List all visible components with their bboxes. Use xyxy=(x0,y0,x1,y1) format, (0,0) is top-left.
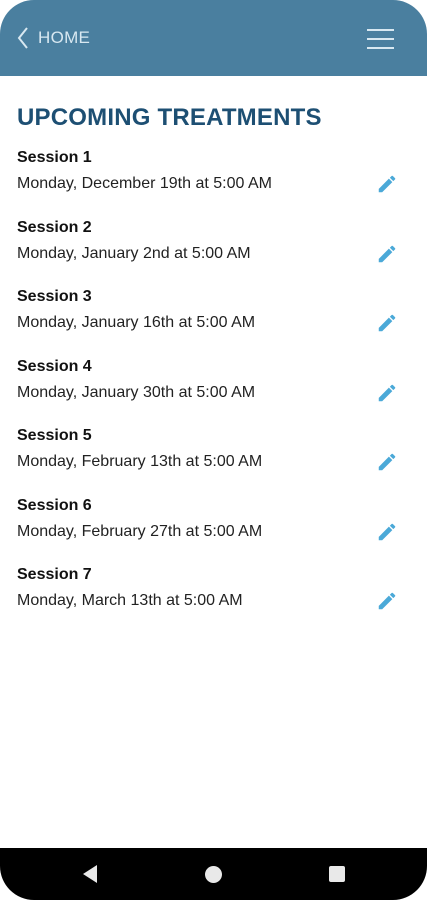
session-date: Monday, February 27th at 5:00 AM xyxy=(17,522,263,540)
pencil-icon[interactable] xyxy=(376,243,398,265)
pencil-icon[interactable] xyxy=(376,312,398,334)
triangle-back-icon[interactable] xyxy=(81,864,99,884)
chevron-left-icon xyxy=(17,27,28,49)
session-date: Monday, January 2nd at 5:00 AM xyxy=(17,244,251,262)
menu-line xyxy=(367,29,394,31)
session-title: Session 3 xyxy=(17,288,92,305)
session-item: Session 3 Monday, January 16th at 5:00 A… xyxy=(0,286,427,356)
session-title: Session 1 xyxy=(17,149,92,166)
back-home-button[interactable]: HOME xyxy=(16,24,90,52)
pencil-icon[interactable] xyxy=(376,590,398,612)
pencil-icon[interactable] xyxy=(376,451,398,473)
pencil-icon[interactable] xyxy=(376,173,398,195)
page-title: UPCOMING TREATMENTS xyxy=(17,104,322,131)
session-date: Monday, December 19th at 5:00 AM xyxy=(17,175,272,192)
session-item: Session 6 Monday, February 27th at 5:00 … xyxy=(0,495,427,565)
session-list: Session 1 Monday, December 19th at 5:00 … xyxy=(0,147,427,634)
menu-line xyxy=(367,47,394,49)
back-home-label: HOME xyxy=(38,28,91,47)
session-date: Monday, March 13th at 5:00 AM xyxy=(17,592,243,609)
app-header: HOME xyxy=(0,0,427,76)
phone-screen: HOME UPCOMING TREATMENTS Session 1 Monda… xyxy=(0,0,427,900)
android-nav-bar xyxy=(0,848,427,900)
session-item: Session 4 Monday, January 30th at 5:00 A… xyxy=(0,356,427,426)
menu-line xyxy=(367,38,394,40)
circle-home-icon[interactable] xyxy=(205,866,222,883)
session-date: Monday, February 13th at 5:00 AM xyxy=(17,453,263,470)
hamburger-menu-icon[interactable] xyxy=(367,27,395,51)
session-item: Session 2 Monday, January 2nd at 5:00 AM xyxy=(0,217,427,287)
square-recents-icon[interactable] xyxy=(329,866,345,882)
session-item: Session 5 Monday, February 13th at 5:00 … xyxy=(0,425,427,495)
pencil-icon[interactable] xyxy=(376,521,398,543)
session-title: Session 6 xyxy=(17,496,92,514)
session-title: Session 7 xyxy=(17,566,92,583)
session-date: Monday, January 30th at 5:00 AM xyxy=(17,383,256,401)
session-title: Session 5 xyxy=(17,427,92,444)
session-date: Monday, January 16th at 5:00 AM xyxy=(17,314,256,331)
session-title: Session 4 xyxy=(17,357,92,375)
pencil-icon[interactable] xyxy=(376,382,398,404)
session-item: Session 1 Monday, December 19th at 5:00 … xyxy=(0,147,427,217)
session-title: Session 2 xyxy=(17,218,92,236)
session-item: Session 7 Monday, March 13th at 5:00 AM xyxy=(0,564,427,634)
